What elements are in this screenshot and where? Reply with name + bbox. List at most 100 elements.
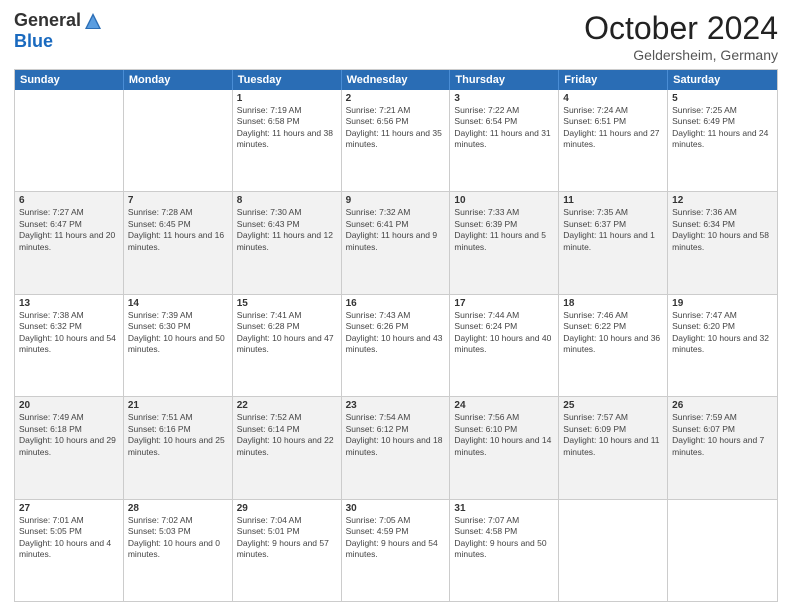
location: Geldersheim, Germany [584, 47, 778, 63]
calendar-cell: 12Sunrise: 7:36 AM Sunset: 6:34 PM Dayli… [668, 192, 777, 293]
calendar-row-3: 20Sunrise: 7:49 AM Sunset: 6:18 PM Dayli… [15, 396, 777, 498]
cell-day-number: 19 [672, 298, 773, 309]
calendar-cell: 6Sunrise: 7:27 AM Sunset: 6:47 PM Daylig… [15, 192, 124, 293]
cell-info: Sunrise: 7:33 AM Sunset: 6:39 PM Dayligh… [454, 207, 554, 253]
page: General Blue October 2024 Geldersheim, G… [0, 0, 792, 612]
calendar-cell: 22Sunrise: 7:52 AM Sunset: 6:14 PM Dayli… [233, 397, 342, 498]
cell-day-number: 16 [346, 298, 446, 309]
calendar-cell: 19Sunrise: 7:47 AM Sunset: 6:20 PM Dayli… [668, 295, 777, 396]
calendar-row-2: 13Sunrise: 7:38 AM Sunset: 6:32 PM Dayli… [15, 294, 777, 396]
cell-info: Sunrise: 7:59 AM Sunset: 6:07 PM Dayligh… [672, 412, 773, 458]
cell-info: Sunrise: 7:57 AM Sunset: 6:09 PM Dayligh… [563, 412, 663, 458]
cell-day-number: 29 [237, 503, 337, 514]
cell-day-number: 20 [19, 400, 119, 411]
calendar-cell: 1Sunrise: 7:19 AM Sunset: 6:58 PM Daylig… [233, 90, 342, 191]
cell-day-number: 1 [237, 93, 337, 104]
cell-day-number: 10 [454, 195, 554, 206]
cell-day-number: 30 [346, 503, 446, 514]
cell-info: Sunrise: 7:54 AM Sunset: 6:12 PM Dayligh… [346, 412, 446, 458]
cell-info: Sunrise: 7:25 AM Sunset: 6:49 PM Dayligh… [672, 105, 773, 151]
calendar-cell: 28Sunrise: 7:02 AM Sunset: 5:03 PM Dayli… [124, 500, 233, 601]
cell-day-number: 13 [19, 298, 119, 309]
calendar-cell: 9Sunrise: 7:32 AM Sunset: 6:41 PM Daylig… [342, 192, 451, 293]
calendar-cell: 5Sunrise: 7:25 AM Sunset: 6:49 PM Daylig… [668, 90, 777, 191]
calendar-cell: 2Sunrise: 7:21 AM Sunset: 6:56 PM Daylig… [342, 90, 451, 191]
calendar-cell: 15Sunrise: 7:41 AM Sunset: 6:28 PM Dayli… [233, 295, 342, 396]
cell-day-number: 11 [563, 195, 663, 206]
calendar-cell: 21Sunrise: 7:51 AM Sunset: 6:16 PM Dayli… [124, 397, 233, 498]
calendar-cell [668, 500, 777, 601]
header-cell-saturday: Saturday [668, 70, 777, 90]
cell-info: Sunrise: 7:28 AM Sunset: 6:45 PM Dayligh… [128, 207, 228, 253]
calendar-cell: 25Sunrise: 7:57 AM Sunset: 6:09 PM Dayli… [559, 397, 668, 498]
logo-icon [83, 11, 103, 31]
cell-info: Sunrise: 7:41 AM Sunset: 6:28 PM Dayligh… [237, 310, 337, 356]
cell-day-number: 21 [128, 400, 228, 411]
header-cell-monday: Monday [124, 70, 233, 90]
cell-info: Sunrise: 7:05 AM Sunset: 4:59 PM Dayligh… [346, 515, 446, 561]
calendar-cell: 18Sunrise: 7:46 AM Sunset: 6:22 PM Dayli… [559, 295, 668, 396]
cell-info: Sunrise: 7:35 AM Sunset: 6:37 PM Dayligh… [563, 207, 663, 253]
cell-day-number: 22 [237, 400, 337, 411]
cell-info: Sunrise: 7:01 AM Sunset: 5:05 PM Dayligh… [19, 515, 119, 561]
calendar-body: 1Sunrise: 7:19 AM Sunset: 6:58 PM Daylig… [15, 90, 777, 601]
calendar-cell: 3Sunrise: 7:22 AM Sunset: 6:54 PM Daylig… [450, 90, 559, 191]
calendar-cell: 30Sunrise: 7:05 AM Sunset: 4:59 PM Dayli… [342, 500, 451, 601]
cell-day-number: 3 [454, 93, 554, 104]
cell-info: Sunrise: 7:02 AM Sunset: 5:03 PM Dayligh… [128, 515, 228, 561]
cell-info: Sunrise: 7:21 AM Sunset: 6:56 PM Dayligh… [346, 105, 446, 151]
calendar-cell: 26Sunrise: 7:59 AM Sunset: 6:07 PM Dayli… [668, 397, 777, 498]
cell-day-number: 25 [563, 400, 663, 411]
cell-info: Sunrise: 7:24 AM Sunset: 6:51 PM Dayligh… [563, 105, 663, 151]
cell-info: Sunrise: 7:43 AM Sunset: 6:26 PM Dayligh… [346, 310, 446, 356]
cell-day-number: 23 [346, 400, 446, 411]
header-cell-sunday: Sunday [15, 70, 124, 90]
calendar-row-1: 6Sunrise: 7:27 AM Sunset: 6:47 PM Daylig… [15, 191, 777, 293]
logo: General Blue [14, 10, 103, 52]
logo-blue-text: Blue [14, 31, 53, 52]
calendar-cell: 17Sunrise: 7:44 AM Sunset: 6:24 PM Dayli… [450, 295, 559, 396]
cell-day-number: 17 [454, 298, 554, 309]
calendar-header: SundayMondayTuesdayWednesdayThursdayFrid… [15, 70, 777, 90]
cell-info: Sunrise: 7:52 AM Sunset: 6:14 PM Dayligh… [237, 412, 337, 458]
cell-info: Sunrise: 7:04 AM Sunset: 5:01 PM Dayligh… [237, 515, 337, 561]
calendar: SundayMondayTuesdayWednesdayThursdayFrid… [14, 69, 778, 602]
calendar-cell: 31Sunrise: 7:07 AM Sunset: 4:58 PM Dayli… [450, 500, 559, 601]
cell-info: Sunrise: 7:46 AM Sunset: 6:22 PM Dayligh… [563, 310, 663, 356]
calendar-cell: 7Sunrise: 7:28 AM Sunset: 6:45 PM Daylig… [124, 192, 233, 293]
cell-day-number: 8 [237, 195, 337, 206]
cell-day-number: 26 [672, 400, 773, 411]
cell-day-number: 15 [237, 298, 337, 309]
header-cell-friday: Friday [559, 70, 668, 90]
cell-day-number: 31 [454, 503, 554, 514]
header-cell-thursday: Thursday [450, 70, 559, 90]
calendar-cell: 8Sunrise: 7:30 AM Sunset: 6:43 PM Daylig… [233, 192, 342, 293]
cell-info: Sunrise: 7:49 AM Sunset: 6:18 PM Dayligh… [19, 412, 119, 458]
cell-info: Sunrise: 7:36 AM Sunset: 6:34 PM Dayligh… [672, 207, 773, 253]
calendar-cell: 11Sunrise: 7:35 AM Sunset: 6:37 PM Dayli… [559, 192, 668, 293]
cell-day-number: 9 [346, 195, 446, 206]
header: General Blue October 2024 Geldersheim, G… [14, 10, 778, 63]
cell-day-number: 12 [672, 195, 773, 206]
calendar-cell: 16Sunrise: 7:43 AM Sunset: 6:26 PM Dayli… [342, 295, 451, 396]
cell-info: Sunrise: 7:56 AM Sunset: 6:10 PM Dayligh… [454, 412, 554, 458]
cell-info: Sunrise: 7:44 AM Sunset: 6:24 PM Dayligh… [454, 310, 554, 356]
cell-day-number: 4 [563, 93, 663, 104]
calendar-cell: 13Sunrise: 7:38 AM Sunset: 6:32 PM Dayli… [15, 295, 124, 396]
header-cell-tuesday: Tuesday [233, 70, 342, 90]
cell-info: Sunrise: 7:22 AM Sunset: 6:54 PM Dayligh… [454, 105, 554, 151]
calendar-cell: 10Sunrise: 7:33 AM Sunset: 6:39 PM Dayli… [450, 192, 559, 293]
calendar-cell: 4Sunrise: 7:24 AM Sunset: 6:51 PM Daylig… [559, 90, 668, 191]
cell-day-number: 27 [19, 503, 119, 514]
cell-day-number: 2 [346, 93, 446, 104]
calendar-cell [124, 90, 233, 191]
cell-day-number: 7 [128, 195, 228, 206]
cell-info: Sunrise: 7:07 AM Sunset: 4:58 PM Dayligh… [454, 515, 554, 561]
calendar-row-0: 1Sunrise: 7:19 AM Sunset: 6:58 PM Daylig… [15, 90, 777, 191]
calendar-cell: 14Sunrise: 7:39 AM Sunset: 6:30 PM Dayli… [124, 295, 233, 396]
cell-info: Sunrise: 7:38 AM Sunset: 6:32 PM Dayligh… [19, 310, 119, 356]
cell-day-number: 28 [128, 503, 228, 514]
cell-info: Sunrise: 7:32 AM Sunset: 6:41 PM Dayligh… [346, 207, 446, 253]
logo-general-text: General [14, 10, 81, 31]
cell-day-number: 24 [454, 400, 554, 411]
